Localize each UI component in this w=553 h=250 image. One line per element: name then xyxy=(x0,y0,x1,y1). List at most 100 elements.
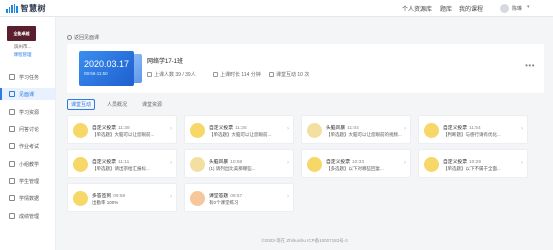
brainstorm-icon xyxy=(307,123,322,138)
back-icon xyxy=(67,35,72,40)
sidebar-item-resources[interactable]: 学习资源 xyxy=(0,106,55,118)
nav-personal-resources[interactable]: 个人资源库 xyxy=(402,4,432,13)
tab-bar: 课堂互动 人员概况 课堂资源 xyxy=(67,99,174,110)
activity-card[interactable]: 自定义投票 11:11 【单选题】请出宗给汇报标... › xyxy=(67,149,177,178)
sidebar-item-label: 学习任务 xyxy=(19,74,40,81)
activity-time: 11:54 xyxy=(469,126,481,131)
sidebar: 全能卓越 滨州市... 课程管理 学习任务 见面课 学习资源 问答讨论 作业考试… xyxy=(0,17,56,250)
activity-desc: 【单选题】请出宗给汇报标... xyxy=(92,166,150,171)
user-name[interactable]: 陈琳 xyxy=(512,5,522,12)
grade-icon xyxy=(9,213,15,219)
sidebar-item-groups[interactable]: 小组教学 xyxy=(0,158,55,170)
activity-card[interactable]: 自定义投票 11:25 【单选题】大脑可以让您眼前... › xyxy=(184,115,294,144)
vote-icon xyxy=(73,157,88,172)
school-badge-text: 全能卓越 xyxy=(13,30,30,36)
chevron-right-icon: › xyxy=(287,160,289,166)
activity-title: 自定义投票 xyxy=(209,126,233,131)
stat-duration: 上课时长 114 分钟 xyxy=(213,71,261,78)
sidebar-item-tasks[interactable]: 学习任务 xyxy=(0,71,55,83)
activity-card[interactable]: 头脑风暴 11:04 【单选题】大脑可以让您眼前的视频... › xyxy=(301,115,411,144)
school-name: 滨州市... xyxy=(13,44,32,49)
chat-icon xyxy=(9,126,15,132)
task-icon xyxy=(9,74,15,80)
activity-title-row: 多答签到 09:58 xyxy=(92,192,125,199)
stat-value: 114 分钟 xyxy=(241,72,261,78)
chevron-down-icon[interactable]: ▾ xyxy=(527,4,530,10)
activity-desc: 出勤率 100% xyxy=(92,200,119,205)
activity-title-row: 课堂答题 09:57 xyxy=(209,192,242,199)
course-manage-link[interactable]: 课程管理 xyxy=(0,52,45,58)
student-icon xyxy=(9,178,15,184)
activity-time: 11:04 xyxy=(347,126,359,131)
activity-title: 头脑风暴 xyxy=(209,160,229,165)
stat-value: 10 次 xyxy=(297,72,310,78)
chevron-right-icon: › xyxy=(287,126,289,132)
activity-time: 11:11 xyxy=(118,160,130,165)
activity-card[interactable]: 自定义投票 10:29 【单选题】以下不属于全面... › xyxy=(418,149,528,178)
activity-time: 10:58 xyxy=(230,160,243,165)
chevron-right-icon: › xyxy=(404,126,406,132)
activity-desc: 有0个课堂练习 xyxy=(209,200,239,205)
activity-title: 自定义投票 xyxy=(443,160,467,165)
sidebar-item-analytics[interactable]: 学情数据 xyxy=(0,192,55,204)
activity-title: 自定义投票 xyxy=(443,126,467,131)
resource-icon xyxy=(9,109,15,115)
activity-title: 自定义投票 xyxy=(92,126,116,131)
quiz-icon xyxy=(190,191,205,206)
breadcrumb[interactable]: 返回见面课 xyxy=(67,34,99,41)
activity-time: 09:57 xyxy=(230,194,243,199)
stat-interactions: 课堂互动 10 次 xyxy=(269,71,309,78)
avatar[interactable] xyxy=(500,4,509,13)
brainstorm-icon xyxy=(190,157,205,172)
activity-card[interactable]: 头脑风暴 10:58 (1) 请列出比美那哪些... › xyxy=(184,149,294,178)
activity-card[interactable]: 自定义投票 10:33 【多选题】以下对哪些回复... › xyxy=(301,149,411,178)
activity-time: 11:25 xyxy=(235,126,247,131)
activity-title-row: 头脑风暴 10:58 xyxy=(209,158,242,165)
sidebar-item-exams[interactable]: 作业考试 xyxy=(0,140,55,152)
activity-desc: 【单选题】以下不属于全面... xyxy=(443,166,501,171)
activity-title: 多答签到 xyxy=(92,194,112,199)
activity-title-row: 自定义投票 11:11 xyxy=(92,158,129,165)
vote-icon xyxy=(307,157,322,172)
checkin-icon xyxy=(73,191,88,206)
activity-title-row: 自定义投票 10:33 xyxy=(326,158,364,165)
stat-label: 课堂互动 xyxy=(276,72,297,78)
tab-resources[interactable]: 课堂资源 xyxy=(139,100,165,109)
logo-icon xyxy=(6,4,18,13)
activity-desc: 【单选题】大脑可以让您眼前的视频... xyxy=(326,132,402,137)
vote-icon xyxy=(73,123,88,138)
vote-icon xyxy=(424,123,439,138)
sidebar-item-grades[interactable]: 成绩管理 xyxy=(0,210,55,222)
nav-question-bank[interactable]: 题库 xyxy=(440,4,452,13)
activity-title-row: 自定义投票 11:25 xyxy=(209,124,247,131)
nav-my-courses[interactable]: 我的课程 xyxy=(459,4,483,13)
stat-label: 上课人数 xyxy=(154,72,175,78)
activity-desc: (1) 请列出比美那哪些... xyxy=(209,166,256,171)
tab-interaction[interactable]: 课堂互动 xyxy=(67,99,96,110)
sidebar-item-students[interactable]: 学生管理 xyxy=(0,175,55,187)
sidebar-item-label: 问答讨论 xyxy=(19,126,40,133)
top-bar: 智慧树 个人资源库 题库 我的课程 陈琳 ▾ xyxy=(0,0,553,17)
activity-desc: 【单选题】大脑可以让您眼前... xyxy=(209,132,272,137)
class-time: 09:56-11:50 xyxy=(84,71,108,76)
chevron-right-icon: › xyxy=(404,160,406,166)
activity-card[interactable]: 自定义投票 11:54 【判断题】与感行请有优化... › xyxy=(418,115,528,144)
activity-card[interactable]: 多答签到 09:58 出勤率 100% › xyxy=(67,183,177,212)
activity-title-row: 头脑风暴 11:04 xyxy=(326,124,359,131)
sidebar-item-label: 学习资源 xyxy=(19,109,40,116)
sidebar-item-meeting[interactable]: 见面课 xyxy=(0,88,55,100)
activity-desc: 【判断题】与感行请有优化... xyxy=(443,132,501,137)
sidebar-item-label: 见面课 xyxy=(19,91,35,98)
more-icon[interactable]: ••• xyxy=(525,61,535,70)
activity-card[interactable]: 课堂答题 09:57 有0个课堂练习 › xyxy=(184,183,294,212)
chevron-right-icon: › xyxy=(170,126,172,132)
logo-text: 智慧树 xyxy=(20,4,46,13)
activity-card[interactable]: 自定义投票 11:38 【单选题】大脑可以让您眼前... › xyxy=(67,115,177,144)
activity-title: 自定义投票 xyxy=(92,160,116,165)
school-badge: 全能卓越 xyxy=(7,26,36,41)
activity-title: 自定义投票 xyxy=(326,160,350,165)
sidebar-item-label: 学生管理 xyxy=(19,178,40,185)
sidebar-item-discussion[interactable]: 问答讨论 xyxy=(0,123,55,135)
tab-members[interactable]: 人员概况 xyxy=(104,100,130,109)
logo[interactable]: 智慧树 xyxy=(6,3,46,14)
